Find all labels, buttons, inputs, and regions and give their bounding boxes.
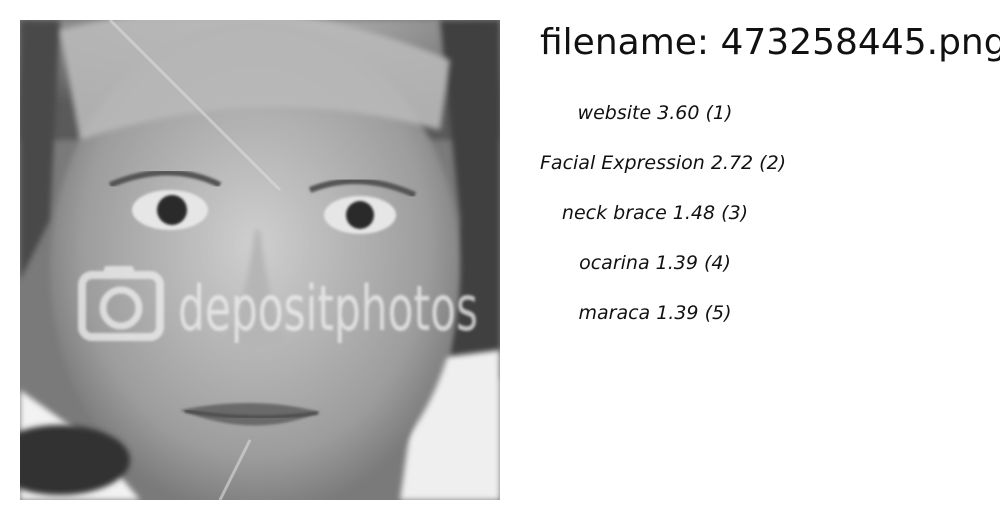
prediction-rank: (2) (759, 152, 787, 174)
prediction-rank: (5) (704, 302, 732, 324)
face-photo-drawing: depositphotos (20, 20, 500, 500)
filename-title: filename: 473258445.png (540, 22, 1000, 63)
prediction-label: maraca (578, 302, 651, 324)
prediction-rank: (1) (705, 102, 733, 124)
prediction-item: maraca 1.39 (5) (540, 302, 770, 324)
prediction-score: 3.60 (657, 102, 700, 124)
prediction-item: Facial Expression 2.72 (2) (540, 152, 786, 174)
prediction-item: neck brace 1.48 (3) (540, 202, 770, 224)
prediction-item: website 3.60 (1) (540, 102, 770, 124)
prediction-score: 1.48 (672, 202, 716, 224)
prediction-score: 1.39 (655, 252, 698, 274)
prediction-label: website (577, 102, 652, 124)
prediction-item: ocarina 1.39 (4) (540, 252, 770, 274)
svg-text:depositphotos: depositphotos (178, 272, 478, 345)
face-photo: depositphotos (20, 20, 500, 500)
prediction-rank: (4) (703, 252, 731, 274)
prediction-score: 2.72 (710, 152, 754, 174)
prediction-label: ocarina (579, 252, 650, 274)
filename-prefix: filename: (540, 22, 721, 63)
prediction-label: neck brace (561, 202, 667, 224)
prediction-rank: (3) (721, 202, 749, 224)
filename-value: 473258445.png (720, 22, 1000, 63)
watermark: depositphotos (78, 266, 478, 345)
prediction-score: 1.39 (656, 302, 699, 324)
prediction-label: Facial Expression (540, 152, 705, 174)
